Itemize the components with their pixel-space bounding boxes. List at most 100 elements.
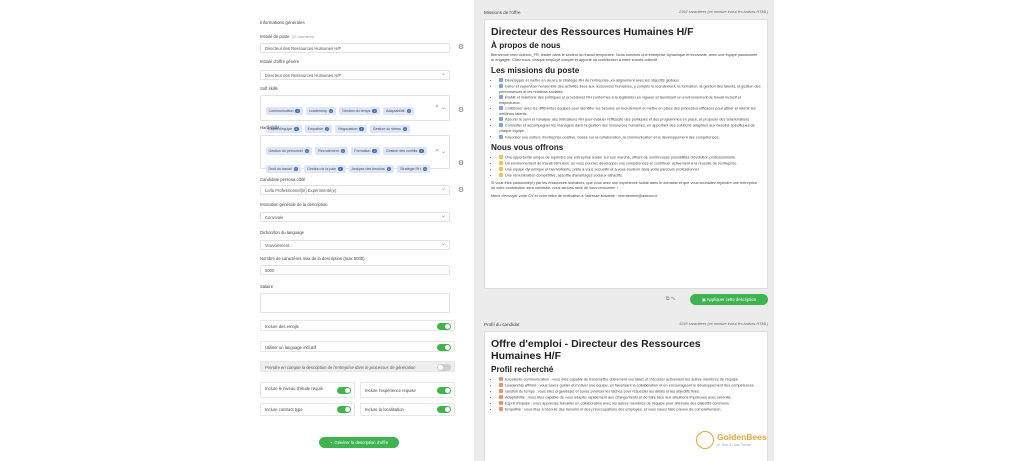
- soft-skills-select[interactable]: Communication × Leadership × Gestion du temp…: [260, 95, 450, 133]
- experience-label: Inclure l'expérience requise: [365, 388, 416, 393]
- company-desc-toggle[interactable]: [437, 364, 451, 371]
- offers-heading: Nous vous offrons: [491, 143, 564, 153]
- location-label: Inclure la localisation: [365, 407, 404, 412]
- remove-tag-icon[interactable]: ×: [324, 126, 330, 132]
- remove-tag-icon[interactable]: ×: [328, 108, 334, 114]
- list-item: Assurer le suivi et l'analyse des indica…: [499, 117, 761, 123]
- experience-box[interactable]: Inclure l'expérience requise: [360, 382, 455, 398]
- company-desc-toggle-label: Prendre en compte la description de l'en…: [265, 365, 416, 370]
- hard-skill-tag[interactable]: Analyse des besoins ×: [348, 165, 395, 173]
- clear-icon[interactable]: ✕: [435, 104, 439, 110]
- soft-skills-label: Soft skills: [260, 86, 278, 91]
- remove-tag-icon[interactable]: ×: [294, 126, 299, 132]
- inclusive-toggle-row[interactable]: Utiliser un language inclusif: [260, 341, 455, 352]
- apply-description-button[interactable]: ▣ Appliquer cette description: [690, 294, 768, 305]
- missions-document[interactable]: Directeur des Ressources Humaines H/F À …: [484, 19, 768, 289]
- chevron-down-icon[interactable]: ⌄: [441, 104, 446, 111]
- bullet-emoji-icon: [499, 389, 503, 394]
- job-title-input[interactable]: Directeur des Ressources Humaines H/F: [260, 43, 450, 53]
- hard-skill-tag[interactable]: Recrutement ×: [315, 147, 349, 155]
- list-item: Une opportunité unique de rejoindre une …: [499, 155, 761, 161]
- magic-wand-icon[interactable]: ⚙: [457, 44, 465, 52]
- remove-tag-icon[interactable]: ×: [295, 108, 300, 114]
- study-level-box[interactable]: Inclure le niveau d'étude requis: [260, 382, 355, 398]
- soft-skill-tag[interactable]: Adaptabilité ×: [382, 107, 415, 115]
- copy-icon[interactable]: ⧉: [666, 296, 670, 302]
- salary-textarea[interactable]: [260, 293, 450, 313]
- list-item: Gérer et superviser l'ensemble des activ…: [499, 84, 761, 95]
- list-item-text: Une équipe dynamique et bienveillante, p…: [505, 167, 700, 172]
- hard-skill-tag[interactable]: Gestion de la paie ×: [304, 165, 346, 173]
- magic-wand-icon[interactable]: ⚙: [457, 107, 465, 115]
- remove-tag-icon[interactable]: ×: [304, 148, 310, 154]
- missions-list: Développer et mettre en œuvre la stratég…: [499, 78, 761, 140]
- hard-skill-tag[interactable]: Gestion des conflits ×: [382, 147, 427, 155]
- list-item-text: Établir et maintenir des politiques et p…: [499, 95, 741, 105]
- experience-toggle[interactable]: [437, 387, 451, 394]
- edit-icon[interactable]: ✎: [671, 296, 676, 302]
- remove-tag-icon[interactable]: ×: [359, 126, 364, 132]
- remove-tag-icon[interactable]: ×: [419, 148, 424, 154]
- company-desc-toggle-row[interactable]: Prendre en compte la description de l'en…: [260, 361, 455, 372]
- hard-skill-tag[interactable]: Formation ×: [351, 147, 380, 155]
- location-toggle[interactable]: [437, 406, 451, 413]
- salary-label: Salaire: [260, 284, 274, 289]
- job-title-label: Intitulé de poste (37 caractères): [260, 34, 315, 39]
- soft-skill-tag[interactable]: Gestion du stress ×: [369, 125, 411, 133]
- magic-wand-icon[interactable]: ⚙: [457, 160, 465, 168]
- list-item-text: Collaborer avec les différentes équipes …: [499, 106, 756, 116]
- hard-skill-tag[interactable]: Gestion du personnel ×: [265, 147, 313, 155]
- magic-wand-icon[interactable]: ⚙: [457, 187, 465, 195]
- hard-skills-label: Hard skills: [260, 125, 280, 130]
- missions-char-count: 2392 caractères (ce nombre inclut les ba…: [679, 10, 768, 14]
- list-item: Excellente communication : vous êtes cap…: [499, 377, 761, 383]
- hard-skill-tag[interactable]: Droit du travail ×: [265, 165, 302, 173]
- remove-tag-icon[interactable]: ×: [340, 148, 346, 154]
- list-item-text: Gestion du temps : vous êtes organisé(e)…: [505, 389, 700, 394]
- list-item: Développer et mettre en œuvre la stratég…: [499, 78, 761, 84]
- persona-select[interactable]: Le/la Professionnel(le) Expérimenté(e): [260, 185, 450, 195]
- contract-type-toggle[interactable]: [337, 406, 351, 413]
- soft-skill-tag[interactable]: Empathie ×: [304, 125, 333, 133]
- chevron-down-icon[interactable]: ⌄: [441, 148, 446, 155]
- soft-skill-tag[interactable]: Communication ×: [265, 107, 303, 115]
- remove-tag-icon[interactable]: ×: [293, 166, 299, 172]
- remove-tag-icon[interactable]: ×: [422, 166, 428, 172]
- bullet-emoji-icon: [499, 407, 503, 412]
- study-level-toggle[interactable]: [337, 387, 351, 394]
- list-item: Une rémunération compétitive, assortie d…: [499, 173, 761, 179]
- hard-skills-select[interactable]: Gestion du personnel × Recrutement × Formati…: [260, 135, 450, 173]
- about-heading: À propos de nous: [491, 41, 561, 50]
- offer-title-select[interactable]: Directeur des Ressources Humaines H/F: [260, 70, 450, 80]
- soft-skill-tag[interactable]: Gestion du temps ×: [339, 107, 380, 115]
- intonation-select[interactable]: Convivale: [260, 212, 450, 222]
- offer-title-label: Intitulé d'offre généré: [260, 59, 300, 64]
- emoji-toggle-row[interactable]: Inclure des emojis: [260, 320, 455, 331]
- clear-icon[interactable]: ✕: [435, 148, 439, 154]
- emoji-toggle[interactable]: [437, 323, 451, 330]
- inclusive-toggle[interactable]: [437, 344, 451, 351]
- generate-button[interactable]: ✦ Générer la description d'offre: [319, 437, 399, 448]
- remove-tag-icon[interactable]: ×: [386, 166, 392, 172]
- bullet-emoji-icon: [499, 78, 503, 82]
- soft-skill-tag[interactable]: Leadership ×: [305, 107, 337, 115]
- list-item-text: Empathie : vous êtes à l'écoute des beso…: [505, 407, 722, 412]
- location-box[interactable]: Inclure la localisation: [360, 403, 455, 416]
- remove-tag-icon[interactable]: ×: [372, 108, 377, 114]
- list-item: Favoriser une culture d'entreprise posit…: [499, 134, 761, 141]
- list-item-text: Conseiller et accompagner les managers d…: [499, 123, 755, 133]
- remove-tag-icon[interactable]: ×: [372, 148, 377, 154]
- list-item-text: Leadership affirmé : vous savez guider e…: [505, 383, 755, 388]
- diction-select[interactable]: Vouvoiement: [260, 240, 450, 250]
- remove-tag-icon[interactable]: ×: [406, 108, 412, 114]
- remove-tag-icon[interactable]: ×: [338, 166, 343, 172]
- bullet-emoji-icon: [499, 377, 503, 381]
- max-chars-label: Nombre de caractères max de la descripti…: [260, 256, 365, 261]
- max-chars-input[interactable]: 5000: [260, 265, 450, 275]
- remove-tag-icon[interactable]: ×: [402, 126, 408, 132]
- soft-skill-tag[interactable]: Négociation ×: [335, 125, 367, 133]
- bullet-emoji-icon: [499, 173, 503, 178]
- hard-skill-tag[interactable]: Stratégie RH ×: [397, 165, 431, 173]
- contract-type-box[interactable]: Inclure contract type: [260, 403, 355, 416]
- list-item: Collaborer avec les différentes équipes …: [499, 106, 761, 117]
